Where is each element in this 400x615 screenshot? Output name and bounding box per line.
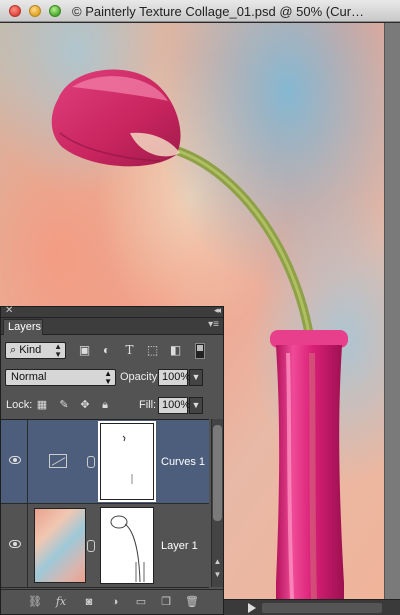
image-filter-icon[interactable]: ▣ — [77, 343, 92, 358]
tab-layers[interactable]: Layers — [3, 319, 43, 335]
updown-arrows-icon: ▲ ▼ — [54, 342, 62, 359]
scroll-up-icon[interactable]: ▲ — [212, 557, 223, 566]
link-layers-icon[interactable]: ⛓ — [27, 595, 43, 609]
collapse-panel-icon[interactable]: ◂◂ — [214, 305, 221, 316]
shape-filter-icon[interactable]: ⬚ — [145, 343, 160, 358]
fill-dropdown-icon[interactable]: ▼ — [189, 397, 203, 414]
fill-label: Fill: — [139, 399, 157, 411]
eye-icon — [9, 456, 21, 464]
new-adjustment-icon[interactable]: ◑ — [107, 595, 123, 609]
type-filter-icon[interactable]: T — [122, 343, 137, 358]
pink-vase — [270, 330, 348, 599]
updown-arrows-icon: ▲ ▼ — [104, 369, 112, 386]
layer-filter-row: ⌕ Kind ▲ ▼ ▣ ◐ T ⬚ ◧ — [1, 340, 223, 362]
blend-row: Normal ▲ ▼ Opacity: 100% ▼ — [1, 368, 223, 390]
smart-object-filter-icon[interactable]: ◧ — [168, 343, 183, 358]
layer-mask-thumbnail[interactable] — [98, 421, 156, 502]
layers-bottom-toolbar: ⛓ fx ◙ ◑ ▭ ❐ 🗑︎ — [1, 589, 223, 613]
new-group-icon[interactable]: ▭ — [133, 595, 149, 609]
opacity-label: Opacity: — [120, 371, 161, 383]
layer-thumbnail[interactable] — [34, 508, 86, 583]
mask-sketch — [122, 435, 133, 484]
fx-icon[interactable]: fx — [53, 595, 69, 609]
chain-link-icon[interactable] — [87, 456, 95, 468]
opacity-field[interactable]: 100% — [158, 369, 190, 386]
curves-adjustment-icon — [49, 454, 67, 468]
scroll-down-icon[interactable]: ▼ — [212, 570, 223, 579]
layer-name[interactable]: Layer 1 — [161, 540, 198, 552]
lock-all-padlock-icon[interactable]: 🔒︎ — [98, 398, 112, 412]
panel-menu-icon[interactable]: ▾≡ — [208, 319, 219, 330]
new-layer-icon[interactable]: ❐ — [158, 595, 174, 609]
panel-tab-row: Layers ▾≡ — [1, 318, 223, 335]
close-window-button[interactable] — [9, 5, 21, 17]
panel-header: ✕ ◂◂ — [1, 305, 223, 318]
mask-sketch — [110, 515, 145, 583]
opacity-dropdown-icon[interactable]: ▼ — [189, 369, 203, 386]
close-panel-icon[interactable]: ✕ — [5, 305, 13, 316]
layer-mask-thumbnail[interactable] — [100, 507, 154, 584]
zoom-window-button[interactable] — [49, 5, 61, 17]
status-menu-arrow-icon[interactable] — [248, 603, 256, 613]
layers-list: Curves 1 Layer 1 — [1, 419, 209, 588]
layer-row-curves-1[interactable]: Curves 1 — [1, 420, 209, 504]
scrollbar-thumb[interactable] — [213, 425, 222, 521]
document-title: © Painterly Texture Collage_01.psd @ 50%… — [72, 4, 365, 19]
fill-field[interactable]: 100% — [158, 397, 190, 414]
canvas-horizontal-scrollbar[interactable] — [262, 603, 382, 613]
visibility-toggle[interactable] — [1, 504, 28, 588]
layer-row-layer-1[interactable]: Layer 1 — [1, 504, 209, 588]
layer-name[interactable]: Curves 1 — [161, 456, 205, 468]
lock-image-brush-icon[interactable]: ✎ — [57, 398, 71, 412]
search-icon: ⌕ — [10, 344, 20, 356]
layers-scrollbar[interactable]: ▲ ▼ — [211, 419, 223, 587]
lock-label: Lock: — [6, 399, 33, 411]
window-titlebar: © Painterly Texture Collage_01.psd @ 50%… — [0, 0, 400, 22]
canvas-vertical-scrollbar[interactable] — [384, 23, 400, 599]
visibility-toggle[interactable] — [1, 420, 28, 504]
add-mask-icon[interactable]: ◙ — [81, 595, 97, 609]
chain-link-icon[interactable] — [87, 540, 95, 552]
adjustment-filter-icon[interactable]: ◐ — [99, 343, 114, 358]
filter-toggle-switch[interactable] — [195, 343, 205, 359]
lock-position-move-icon[interactable]: ✥ — [78, 398, 92, 412]
layers-panel: ✕ ◂◂ Layers ▾≡ ⌕ Kind ▲ ▼ ▣ ◐ T ⬚ ◧ Norma… — [0, 305, 224, 615]
delete-layer-icon[interactable]: 🗑︎ — [184, 595, 200, 609]
eye-icon — [9, 540, 21, 548]
blend-mode-select[interactable]: Normal ▲ ▼ — [5, 369, 116, 386]
lock-row: Lock: ▦ ✎ ✥ 🔒︎ Fill: 100% ▼ — [1, 395, 223, 417]
minimize-window-button[interactable] — [29, 5, 41, 17]
filter-kind-select[interactable]: ⌕ Kind ▲ ▼ — [5, 342, 66, 359]
blend-mode-value: Normal — [11, 371, 47, 383]
lock-transparent-icon[interactable]: ▦ — [35, 398, 49, 412]
filter-kind-label: Kind — [19, 344, 42, 356]
